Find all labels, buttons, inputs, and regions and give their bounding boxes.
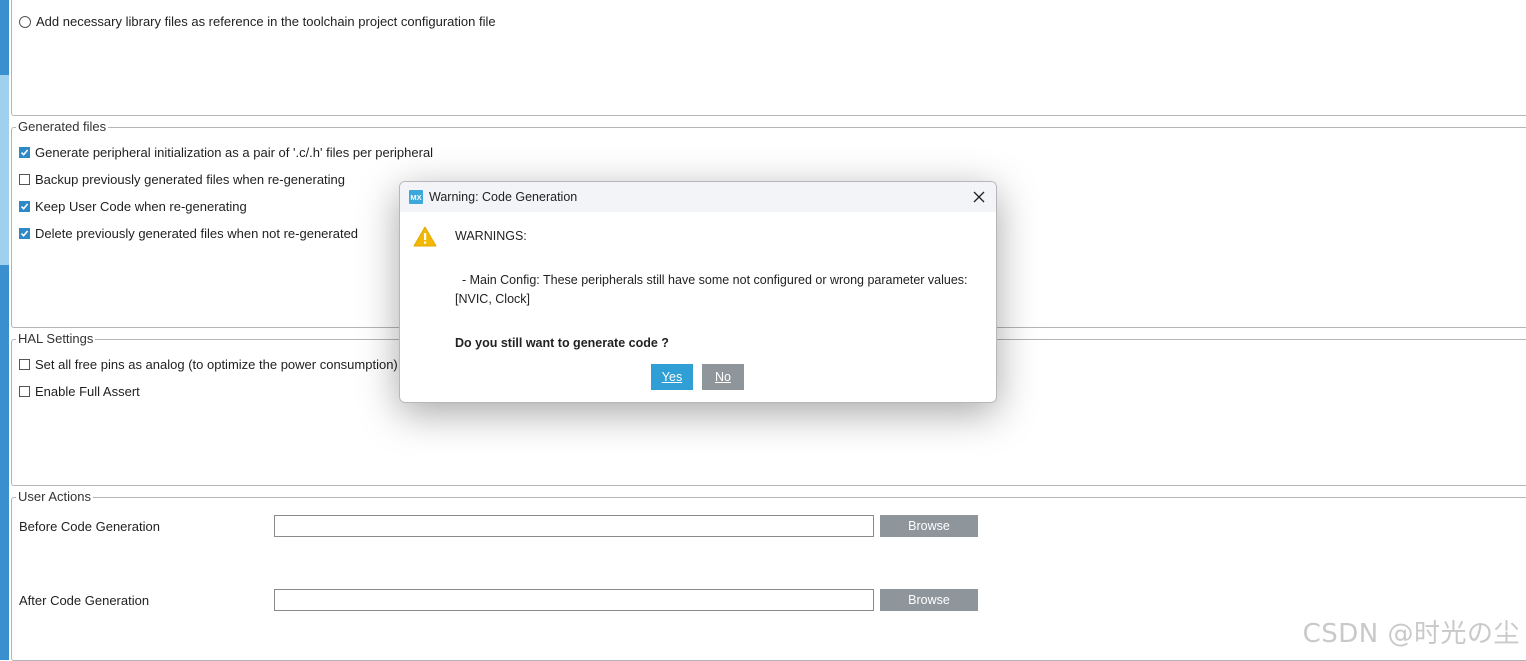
warning-message-line1: - Main Config: These peripherals still h… [455,273,968,287]
checkbox-delete-previous[interactable] [19,228,30,239]
radio-add-library[interactable] [19,15,31,28]
warning-dialog: MX Warning: Code Generation WARNINGS: - … [399,181,997,403]
mx-logo-icon: MX [409,190,423,204]
checkbox-row-keep-user-code[interactable]: Keep User Code when re-generating [19,199,247,214]
yes-button-label: Yes [661,370,683,384]
checkbox-delete-previous-label: Delete previously generated files when n… [35,226,359,241]
watermark: CSDN @时光の尘 [1302,619,1520,649]
checkbox-full-assert-label: Enable Full Assert [35,384,140,399]
checkbox-generate-pair[interactable] [19,147,30,158]
checkbox-keep-user-code[interactable] [19,201,30,212]
user-actions-title: User Actions [16,489,93,504]
checkbox-backup[interactable] [19,174,30,185]
after-code-generation-label: After Code Generation [19,593,150,608]
before-code-generation-label: Before Code Generation [19,519,160,534]
radio-add-library-row[interactable]: Add necessary library files as reference… [19,14,496,29]
warnings-heading: WARNINGS: [455,229,527,243]
checkbox-row-generate-pair[interactable]: Generate peripheral initialization as a … [19,145,433,160]
checkbox-row-backup[interactable]: Backup previously generated files when r… [19,172,345,187]
checkbox-row-free-pins-analog[interactable]: Set all free pins as analog (to optimize… [19,357,398,372]
checkbox-generate-pair-label: Generate peripheral initialization as a … [35,145,434,160]
dialog-title: Warning: Code Generation [429,190,578,204]
no-button-label: No [715,370,731,384]
close-icon[interactable] [970,188,988,206]
browse-after-button[interactable]: Browse [880,589,978,611]
yes-button[interactable]: Yes [651,364,693,390]
dialog-title-bar[interactable]: MX Warning: Code Generation [400,182,996,212]
warning-icon [413,226,437,250]
checkbox-backup-label: Backup previously generated files when r… [35,172,346,187]
no-button[interactable]: No [702,364,744,390]
before-code-generation-input[interactable] [274,515,874,537]
browse-before-button[interactable]: Browse [880,515,978,537]
checkbox-keep-user-code-label: Keep User Code when re-generating [35,199,247,214]
radio-add-library-label: Add necessary library files as reference… [36,14,496,29]
left-edge-highlight [0,75,9,265]
checkbox-full-assert[interactable] [19,386,30,397]
warning-message-line2: [NVIC, Clock] [455,292,531,306]
checkbox-row-delete-previous[interactable]: Delete previously generated files when n… [19,226,358,241]
checkbox-free-pins-analog-label: Set all free pins as analog (to optimize… [35,357,398,372]
checkbox-row-full-assert[interactable]: Enable Full Assert [19,384,140,399]
dialog-question: Do you still want to generate code ? [455,336,669,350]
generated-files-title: Generated files [16,119,109,134]
checkbox-free-pins-analog[interactable] [19,359,30,370]
hal-settings-title: HAL Settings [16,331,96,346]
after-code-generation-input[interactable] [274,589,874,611]
left-edge-strip [0,0,9,660]
